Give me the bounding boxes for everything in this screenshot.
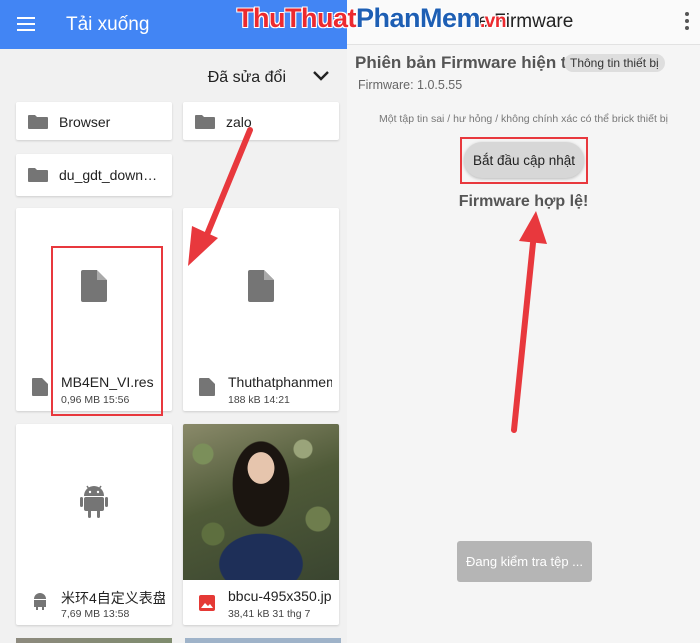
checking-file-button: Đang kiểm tra tệp ... xyxy=(457,541,592,582)
more-options-icon[interactable] xyxy=(685,12,689,32)
file-card[interactable]: bbcu-495x350.jpg 38,41 kB 31 thg 7 xyxy=(183,424,339,625)
folder-icon xyxy=(28,115,48,129)
file-name: MB4EN_VI.res xyxy=(61,374,154,390)
file-meta: 0,96 MB 15:56 xyxy=(61,394,130,406)
image-thumbnail xyxy=(183,424,339,580)
app-bar-title: Tải xuống xyxy=(66,14,150,35)
file-card[interactable]: MB4EN_VI.res 0,96 MB 15:56 xyxy=(16,208,172,411)
file-card[interactable]: Thuthatphanmem.apk 188 kB 14:21 xyxy=(183,208,339,411)
sort-bar: Đã sửa đổi xyxy=(0,49,347,104)
menu-icon[interactable] xyxy=(17,17,35,31)
folder-item[interactable]: zalo xyxy=(183,102,339,140)
folder-icon xyxy=(28,168,48,182)
document-icon xyxy=(32,378,48,396)
image-icon xyxy=(199,595,215,611)
folder-item[interactable]: Browser xyxy=(16,102,172,140)
file-card[interactable]: 米环4自定义表盘.apk 7,69 MB 13:58 xyxy=(16,424,172,625)
firmware-valid-text: Firmware hợp lệ! xyxy=(458,193,589,210)
firmware-version: Firmware: 1.0.5.55 xyxy=(358,78,463,92)
sort-label[interactable]: Đã sửa đổi xyxy=(208,69,286,87)
file-meta: 188 kB 14:21 xyxy=(228,394,290,406)
watermark-logo: ThuThuatPhanMem.vn xyxy=(237,3,506,33)
warning-text: Một tập tin sai / hư hỏng / không chính … xyxy=(379,113,668,125)
file-name: bbcu-495x350.jpg xyxy=(228,588,332,604)
start-update-button[interactable]: Bắt đầu cập nhật xyxy=(464,142,584,178)
file-meta: 7,69 MB 13:58 xyxy=(61,608,130,620)
firmware-update-panel: te Firmware Phiên bản Firmware hiện tại … xyxy=(347,0,700,643)
file-name: 米环4自定义表盘.apk xyxy=(61,590,165,606)
folder-name: zalo xyxy=(226,114,252,130)
document-icon xyxy=(248,270,274,302)
file-name: Thuthatphanmem.apk xyxy=(228,374,332,390)
file-meta: 38,41 kB 31 thg 7 xyxy=(228,608,311,620)
folder-item[interactable]: du_gdt_downloads xyxy=(16,154,172,196)
next-row-preview xyxy=(16,638,341,643)
chevron-down-icon[interactable] xyxy=(312,69,330,83)
device-info-chip[interactable]: Thông tin thiết bị xyxy=(564,54,665,72)
document-icon xyxy=(199,378,215,396)
document-icon xyxy=(81,270,107,302)
android-icon xyxy=(80,485,108,518)
android-icon xyxy=(34,593,46,610)
file-manager-panel: Tải xuống Đã sửa đổi Browser zalo du_gdt… xyxy=(0,0,347,643)
folder-name: du_gdt_downloads xyxy=(59,167,159,183)
folder-icon xyxy=(195,115,215,129)
firmware-heading: Phiên bản Firmware hiện tại xyxy=(355,53,581,72)
folder-name: Browser xyxy=(59,114,111,130)
